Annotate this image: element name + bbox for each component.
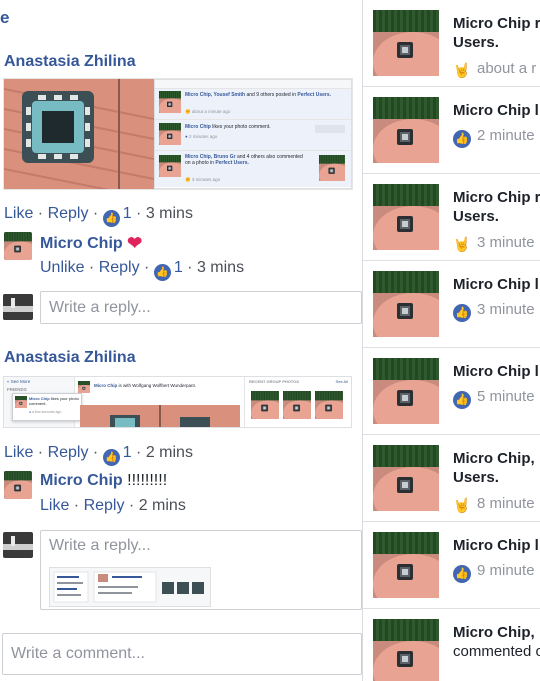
like-icon: 👍 (453, 565, 471, 583)
comment-actions: Like · Reply · 👍 1 · 3 mins (4, 205, 193, 227)
recent-photos-label: RECENT GROUP PHOTOS (249, 379, 300, 384)
chip-thumbnail (373, 445, 439, 511)
like-icon: 👍 (153, 264, 171, 281)
my-avatar[interactable] (3, 532, 33, 558)
notification-text: Micro Chip l (453, 276, 539, 293)
like-count[interactable]: 1 (174, 259, 183, 276)
reply-link[interactable]: Reply (84, 497, 125, 514)
notification-meta: 🤘 about a r (453, 60, 537, 78)
notification-screenshot: Micro Chip, Yousef Smith and 9 others po… (154, 79, 352, 189)
notification-text: Micro Chip, commented o (453, 624, 540, 660)
notification-text: Micro Chip r Users. (453, 189, 540, 225)
avatar[interactable] (4, 471, 32, 499)
reply-actions: Like · Reply · 2 mins (40, 497, 186, 514)
see-more-link[interactable]: « See More (7, 379, 30, 384)
notification-text: Micro Chip l (453, 537, 539, 554)
like-icon: 👍 (453, 391, 471, 409)
like-count[interactable]: 1 (123, 444, 132, 461)
like-count[interactable]: 1 (123, 205, 132, 222)
comment-actions: Like · Reply · 👍 1 · 2 mins (4, 444, 193, 466)
unlike-link[interactable]: Unlike (40, 259, 84, 276)
like-link[interactable]: Like (4, 205, 33, 222)
like-icon: 👍 (453, 130, 471, 148)
reply-author: Micro Chip !!!!!!!!! (40, 472, 167, 490)
chip-thumbnail (373, 271, 439, 337)
reply-placeholder: Write a reply... (49, 537, 151, 554)
my-avatar[interactable] (3, 294, 33, 320)
truncated-link[interactable]: e (0, 8, 9, 28)
notification-item[interactable]: Micro Chip l 👍 9 minute (363, 522, 540, 609)
reply-author: Micro Chip ❤ (40, 233, 142, 254)
like-link[interactable]: Like (40, 497, 69, 514)
rock-hand-icon: 🤘 (453, 62, 471, 78)
reply-input[interactable]: Write a reply... (40, 530, 362, 610)
notification-item[interactable]: Micro Chip l 👍 2 minute (363, 87, 540, 174)
reply-placeholder: Write a reply... (49, 299, 151, 316)
chip-thumbnail (373, 358, 439, 424)
reply-time[interactable]: 2 mins (139, 497, 186, 514)
comment-screenshot[interactable]: « See More FRIENDS Micro Chip likes your… (3, 376, 352, 428)
chip-photo (4, 79, 155, 189)
chip-thumbnail (373, 184, 439, 250)
comment-photo[interactable]: Micro Chip, Yousef Smith and 9 others po… (3, 78, 353, 190)
reply-input[interactable]: Write a reply... (40, 291, 362, 324)
notification-meta: 👍 9 minute (453, 562, 535, 583)
notification-item[interactable]: Micro Chip r Users. 🤘 about a r (363, 0, 540, 87)
notification-item[interactable]: Micro Chip l 👍 5 minute (363, 348, 540, 435)
notification-meta: 👍 2 minute (453, 127, 535, 148)
rock-hand-icon: 🤘 (453, 236, 471, 252)
reply-link[interactable]: Reply (99, 259, 140, 276)
chip-thumbnail (373, 532, 439, 598)
notification-meta: 🤘 3 minute (453, 234, 535, 252)
see-all-link[interactable]: See All (336, 379, 348, 384)
avatar[interactable] (4, 232, 32, 260)
reply-link[interactable]: Reply (48, 444, 89, 461)
notification-text: Micro Chip l (453, 363, 539, 380)
reply-author-name[interactable]: Micro Chip (40, 472, 123, 489)
like-link[interactable]: Like (4, 444, 33, 461)
chip-thumbnail (373, 619, 439, 681)
comment-author[interactable]: Anastasia Zhilina (4, 349, 136, 367)
chip-thumbnail (373, 10, 439, 76)
comment-input[interactable]: Write a comment... (2, 633, 362, 675)
notification-text: Micro Chip l (453, 102, 539, 119)
notification-text: Micro Chip, Users. (453, 450, 535, 486)
comment-time[interactable]: 3 mins (146, 205, 193, 222)
comment-placeholder: Write a comment... (11, 645, 145, 662)
notification-item[interactable]: Micro Chip r Users. 🤘 3 minute (363, 174, 540, 261)
notification-meta: 🤘 8 minute (453, 495, 535, 513)
heart-icon: ❤ (127, 233, 143, 253)
comment-author[interactable]: Anastasia Zhilina (4, 53, 136, 71)
notification-meta: 👍 3 minute (453, 301, 535, 322)
like-icon: 👍 (453, 304, 471, 322)
friends-label: FRIENDS (7, 387, 27, 392)
notification-item[interactable]: Micro Chip, commented o (363, 609, 540, 681)
reply-author-name[interactable]: Micro Chip (40, 235, 123, 252)
comment-time[interactable]: 2 mins (146, 444, 193, 461)
notification-meta: 👍 5 minute (453, 388, 535, 409)
reply-text: !!!!!!!!! (127, 472, 168, 489)
chip-thumbnail (373, 97, 439, 163)
like-icon: 👍 (102, 210, 120, 227)
reply-time[interactable]: 3 mins (197, 259, 244, 276)
attached-screenshot[interactable] (49, 567, 211, 607)
like-icon: 👍 (102, 449, 120, 466)
comments-panel: e Anastasia Zhilina Micro Chip, Yousef S… (0, 0, 362, 681)
rock-hand-icon: 🤘 (453, 497, 471, 513)
notification-text: Micro Chip r Users. (453, 15, 540, 51)
reply-link[interactable]: Reply (48, 205, 89, 222)
popup: Micro Chip likes your photo comment. ● a… (12, 393, 82, 421)
notification-item[interactable]: Micro Chip l 👍 3 minute (363, 261, 540, 348)
notification-item[interactable]: Micro Chip, Users. 🤘 8 minute (363, 435, 540, 522)
reply-actions: Unlike · Reply · 👍 1 · 3 mins (40, 259, 244, 281)
notifications-panel: Micro Chip r Users. 🤘 about a r Micro Chip… (362, 0, 540, 681)
